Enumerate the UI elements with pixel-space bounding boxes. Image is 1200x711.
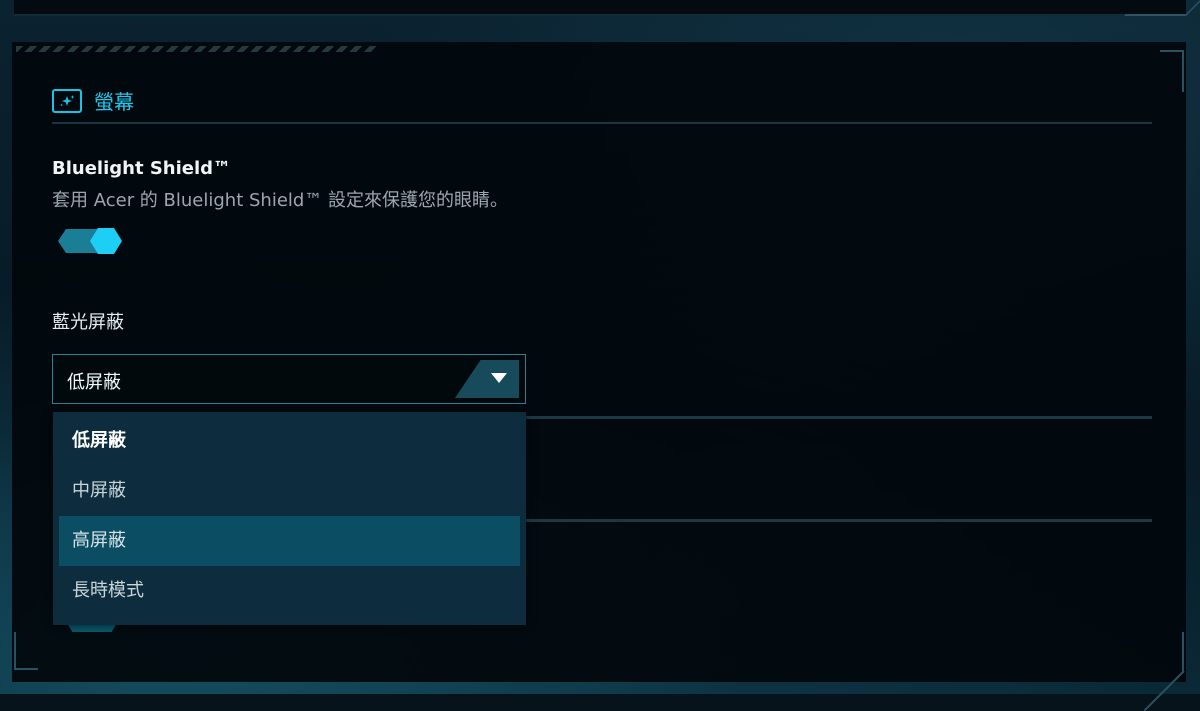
panel-corner-bottom-right xyxy=(1142,632,1184,672)
bluelight-shield-title: Bluelight Shield™ xyxy=(52,158,232,179)
select-current-value: 低屏蔽 xyxy=(67,372,121,393)
dropdown-option-medium[interactable]: 中屏蔽 xyxy=(59,466,520,516)
chevron-down-icon[interactable] xyxy=(491,373,507,383)
divider xyxy=(526,416,1152,419)
dropdown-option-long-time[interactable]: 長時模式 xyxy=(59,566,520,616)
bluelight-filter-label: 藍光屏蔽 xyxy=(52,312,124,333)
top-panel-edge xyxy=(14,0,1186,16)
bluelight-shield-description: 套用 Acer 的 Bluelight Shield™ 設定來保護您的眼睛。 xyxy=(52,190,509,211)
header-divider xyxy=(52,122,1152,124)
dropdown-option-low[interactable]: 低屏蔽 xyxy=(59,416,520,466)
bluelight-filter-dropdown: 低屏蔽 中屏蔽 高屏蔽 長時模式 xyxy=(53,412,526,625)
divider xyxy=(526,519,1152,522)
section-header: 螢幕 xyxy=(52,86,134,115)
select-arrow-box[interactable] xyxy=(455,360,519,398)
settings-panel: 螢幕 Bluelight Shield™ 套用 Acer 的 Bluelight… xyxy=(12,42,1186,682)
section-title: 螢幕 xyxy=(94,90,134,114)
monitor-sparkle-icon xyxy=(52,88,82,113)
bluelight-filter-select[interactable]: 低屏蔽 xyxy=(52,354,526,404)
dropdown-option-high[interactable]: 高屏蔽 xyxy=(59,516,520,566)
panel-corner-top-right xyxy=(1160,50,1184,92)
bluelight-shield-toggle[interactable] xyxy=(58,228,124,254)
panel-stripes xyxy=(16,46,376,52)
panel-corner-bottom-left xyxy=(14,632,38,670)
